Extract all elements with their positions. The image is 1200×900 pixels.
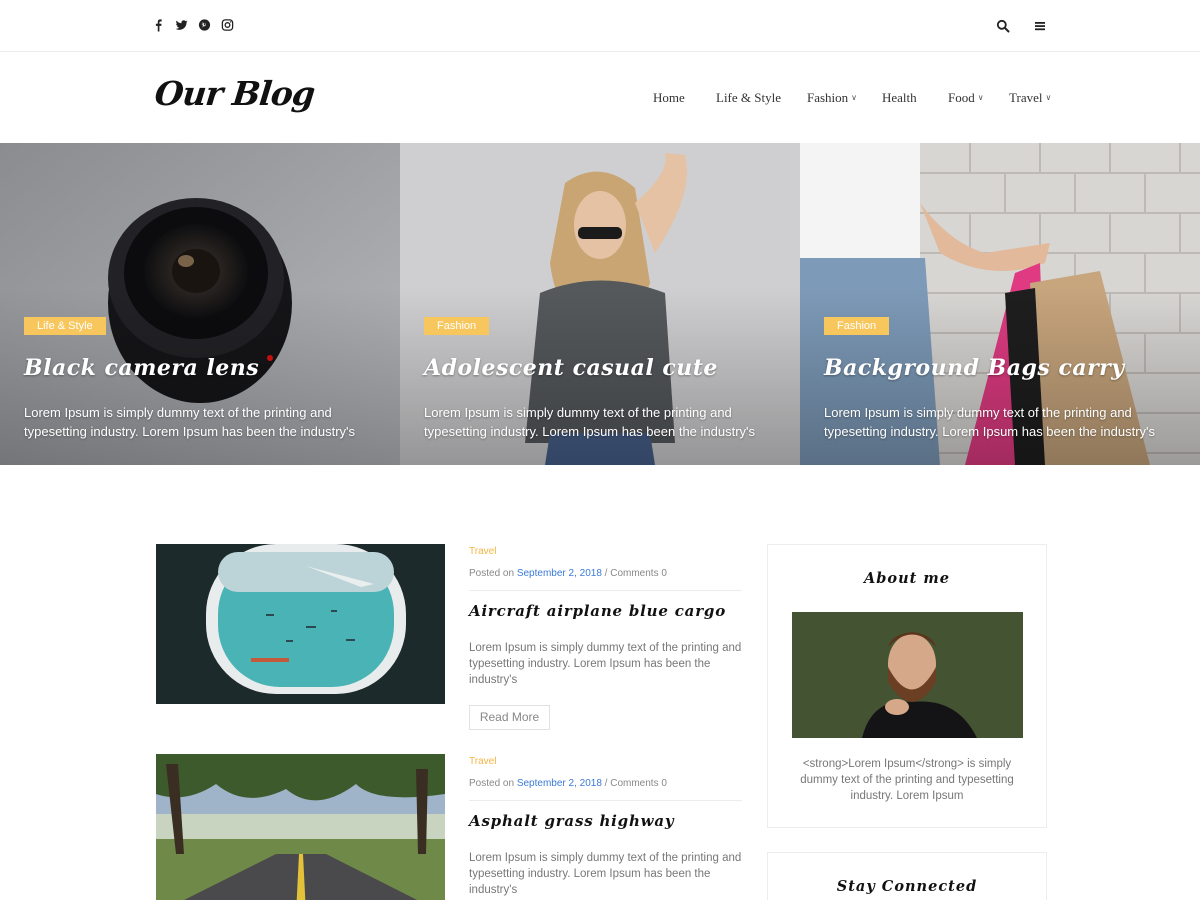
- airplane-window-image: [156, 544, 445, 704]
- posted-on-label: Posted on: [469, 778, 515, 789]
- post-divider: [469, 590, 742, 591]
- about-avatar-image: [792, 612, 1023, 738]
- post-date[interactable]: September 2, 2018: [517, 778, 602, 789]
- pinterest-icon[interactable]: [198, 18, 211, 32]
- nav-item-label: Life & Style: [716, 90, 781, 105]
- post-thumbnail[interactable]: [156, 544, 445, 704]
- post-meta: Posted on September 2, 2018 / Comments 0: [469, 778, 667, 789]
- featured-slide[interactable]: Fashion Adolescent casual cute Lorem Ips…: [400, 143, 800, 465]
- main-nav: Home Life & Style Fashion ∨ Health Food ∨ Trave…: [0, 90, 1200, 110]
- slide-title[interactable]: Black camera lens: [24, 355, 259, 381]
- post-excerpt: Lorem Ipsum is simply dummy text of the …: [469, 852, 742, 896]
- widget-title: About me: [864, 570, 950, 587]
- read-more-button[interactable]: Read More: [469, 705, 550, 730]
- instagram-icon[interactable]: [221, 18, 234, 32]
- featured-slider: Life & Style Black camera lens Lorem Ips…: [0, 143, 1200, 465]
- nav-item-life-style[interactable]: Life & Style: [716, 90, 781, 106]
- post-comments[interactable]: Comments 0: [610, 568, 667, 579]
- stay-connected-widget: Stay Connected: [767, 852, 1047, 900]
- bearded-man-photo: [792, 612, 1023, 738]
- featured-slide[interactable]: Life & Style Black camera lens Lorem Ips…: [0, 143, 400, 465]
- post-category[interactable]: Travel: [469, 756, 496, 767]
- post-comments[interactable]: Comments 0: [610, 778, 667, 789]
- twitter-icon[interactable]: [175, 18, 188, 32]
- blog-post: Travel Posted on September 2, 2018 / Com…: [156, 754, 746, 900]
- top-bar: [0, 0, 1200, 52]
- facebook-icon[interactable]: [152, 18, 165, 32]
- post-meta: Posted on September 2, 2018 / Comments 0: [469, 568, 667, 579]
- slide-title[interactable]: Adolescent casual cute: [424, 355, 718, 381]
- slide-excerpt: Lorem Ipsum is simply dummy text of the …: [24, 405, 356, 439]
- about-me-widget: About me <strong>Lorem Ipsum</strong> is…: [767, 544, 1047, 828]
- post-thumbnail[interactable]: [156, 754, 445, 900]
- slide-category-badge[interactable]: Life & Style: [24, 317, 106, 335]
- meta-separator: /: [604, 568, 608, 579]
- slide-title[interactable]: Background Bags carry: [824, 355, 1125, 381]
- nav-item-label: Food: [948, 90, 975, 105]
- slide-category-badge[interactable]: Fashion: [824, 317, 890, 335]
- nav-item-label: Health: [882, 90, 917, 105]
- social-links: [152, 18, 234, 32]
- nav-item-label: Fashion: [807, 90, 849, 105]
- nav-item-label: Travel: [1009, 90, 1043, 105]
- meta-separator: /: [604, 778, 608, 789]
- nav-item-health[interactable]: Health: [882, 90, 917, 106]
- chevron-down-icon: ∨: [977, 93, 984, 102]
- slide-excerpt: Lorem Ipsum is simply dummy text of the …: [824, 405, 1156, 439]
- hamburger-menu-icon[interactable]: [1033, 19, 1047, 33]
- nav-item-travel[interactable]: Travel ∨: [1009, 90, 1051, 106]
- chevron-down-icon: ∨: [1045, 93, 1052, 102]
- post-excerpt: Lorem Ipsum is simply dummy text of the …: [469, 642, 742, 686]
- post-divider: [469, 800, 742, 801]
- post-category[interactable]: Travel: [469, 546, 496, 557]
- post-title[interactable]: Asphalt grass highway: [469, 812, 674, 830]
- nav-item-food[interactable]: Food ∨: [948, 90, 984, 106]
- featured-slide[interactable]: Fashion Background Bags carry Lorem Ipsu…: [800, 143, 1200, 465]
- slide-excerpt: Lorem Ipsum is simply dummy text of the …: [424, 405, 756, 439]
- chevron-down-icon: ∨: [851, 93, 858, 102]
- post-title[interactable]: Aircraft airplane blue cargo: [469, 602, 726, 620]
- nav-item-home[interactable]: Home: [653, 90, 685, 106]
- search-icon[interactable]: [996, 19, 1010, 33]
- highway-image: [156, 754, 445, 900]
- widget-title: Stay Connected: [836, 878, 978, 895]
- site-header: Our Blog Home Life & Style Fashion ∨ Health F…: [0, 52, 1200, 143]
- about-text: <strong>Lorem Ipsum</strong> is simply d…: [800, 758, 1014, 802]
- nav-item-label: Home: [653, 90, 685, 105]
- posted-on-label: Posted on: [469, 568, 515, 579]
- blog-post: Travel Posted on September 2, 2018 / Com…: [156, 544, 746, 734]
- nav-item-fashion[interactable]: Fashion ∨: [807, 90, 857, 106]
- slide-category-badge[interactable]: Fashion: [424, 317, 490, 335]
- post-date[interactable]: September 2, 2018: [517, 568, 602, 579]
